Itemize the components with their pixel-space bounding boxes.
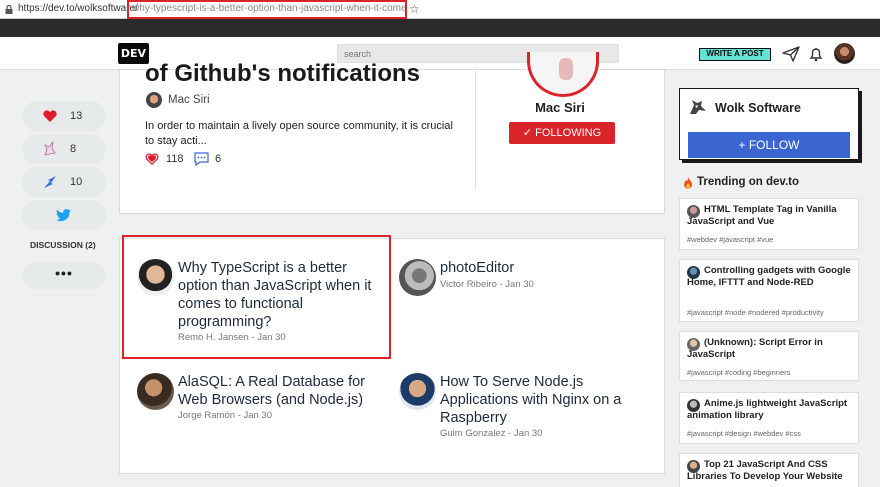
article-item[interactable]: AlaSQL: A Real Database for Web Browsers… <box>137 373 387 423</box>
browser-url-bar[interactable]: https://dev.to/wolksoftware/ why-typescr… <box>0 0 880 19</box>
article-meta: Guim Gonzalez - Jan 30 <box>440 428 543 439</box>
article-author-avatar <box>399 373 436 410</box>
follow-organization-button[interactable]: + FOLLOW <box>688 132 850 158</box>
trending-title[interactable]: HTML Template Tag in Vanilla JavaScript … <box>687 204 855 228</box>
article-title[interactable]: How To Serve Node.js Applications with N… <box>440 373 650 427</box>
heart-reaction-button[interactable]: 13 <box>22 101 106 131</box>
article-item[interactable]: How To Serve Node.js Applications with N… <box>399 373 649 443</box>
url-path-highlighted[interactable]: why-typescript-is-a-better-option-than-j… <box>127 0 407 19</box>
article-author-avatar <box>399 259 436 296</box>
trending-title[interactable]: Top 21 JavaScript And CSS Libraries To D… <box>687 459 855 483</box>
highlight-box <box>122 235 391 359</box>
bell-icon[interactable] <box>808 46 824 62</box>
unicorn-reaction-button[interactable]: 8 <box>22 134 106 164</box>
trending-item[interactable]: Controlling gadgets with Google Home, IF… <box>679 259 859 322</box>
fire-icon <box>684 177 692 189</box>
comment-icon <box>194 152 209 166</box>
article-author-avatar <box>137 373 174 410</box>
trending-item[interactable]: (Unknown): Script Error in JavaScript #j… <box>679 331 859 381</box>
trending-tags[interactable]: #webdev #javascript #vue <box>687 235 773 244</box>
organization-name[interactable]: Wolk Software <box>715 101 801 115</box>
trending-title[interactable]: (Unknown): Script Error in JavaScript <box>687 337 855 361</box>
twitter-icon <box>56 209 71 222</box>
previous-article-description: In order to maintain a lively open sourc… <box>145 120 453 147</box>
twitter-share-button[interactable] <box>22 200 106 230</box>
more-options-button[interactable]: ••• <box>22 262 106 289</box>
lock-icon <box>5 5 13 14</box>
author-avatar[interactable] <box>146 92 162 108</box>
trending-tags[interactable]: #javascript #design #webdev #css <box>687 429 801 438</box>
url-host[interactable]: https://dev.to/wolksoftware/ <box>18 3 138 14</box>
trending-item[interactable]: Anime.js lightweight JavaScript animatio… <box>679 392 859 444</box>
bookmark-star-icon[interactable]: ☆ <box>409 2 420 16</box>
likes-count: 118 <box>166 153 184 165</box>
organization-card: Wolk Software + FOLLOW <box>679 88 859 160</box>
bookmark-reaction-button[interactable]: 10 <box>22 167 106 197</box>
unicorn-count: 8 <box>70 143 77 155</box>
trending-item[interactable]: HTML Template Tag in Vanilla JavaScript … <box>679 198 859 250</box>
trending-heading: Trending on dev.to <box>697 176 800 188</box>
write-post-button[interactable]: WRITE A POST <box>699 48 771 61</box>
browser-toolbar-strip <box>0 19 880 37</box>
author-card-name[interactable]: Mac Siri <box>510 100 610 115</box>
article-meta: Victor Ribeiro - Jan 30 <box>440 279 534 290</box>
trending-tags[interactable]: #javascript #node #nodered #productivity <box>687 308 824 317</box>
article-item[interactable]: photoEditor Victor Ribeiro - Jan 30 <box>399 259 649 299</box>
article-meta: Jorge Ramón - Jan 30 <box>178 410 272 421</box>
site-header: DEV WRITE A POST <box>0 37 880 70</box>
author-large-avatar[interactable] <box>527 52 599 97</box>
heart-count: 13 <box>70 110 83 122</box>
previous-article-author[interactable]: Mac Siri <box>168 94 210 106</box>
article-title[interactable]: AlaSQL: A Real Database for Web Browsers… <box>178 373 393 409</box>
unicorn-icon <box>44 141 56 156</box>
heart-icon <box>145 153 159 166</box>
user-avatar[interactable] <box>834 43 855 64</box>
heart-icon <box>43 110 57 122</box>
wolf-logo-icon <box>690 100 706 114</box>
following-button[interactable]: ✓ FOLLOWING <box>509 122 615 144</box>
trending-item[interactable]: Top 21 JavaScript And CSS Libraries To D… <box>679 453 859 487</box>
paper-plane-icon[interactable] <box>782 46 800 62</box>
bookmark-count: 10 <box>70 176 83 188</box>
discussion-label[interactable]: DISCUSSION (2) <box>30 240 96 250</box>
previous-article-title[interactable]: of Github's notifications <box>145 60 420 88</box>
card-divider <box>475 70 476 190</box>
previous-article-card: of Github's notifications Mac Siri In or… <box>119 52 665 214</box>
trending-title[interactable]: Controlling gadgets with Google Home, IF… <box>687 265 855 289</box>
bookmark-icon <box>44 176 56 188</box>
article-title[interactable]: photoEditor <box>440 259 650 277</box>
trending-tags[interactable]: #javascript #coding #beginners <box>687 368 790 377</box>
comments-count: 6 <box>215 153 222 165</box>
trending-title[interactable]: Anime.js lightweight JavaScript animatio… <box>687 398 855 422</box>
